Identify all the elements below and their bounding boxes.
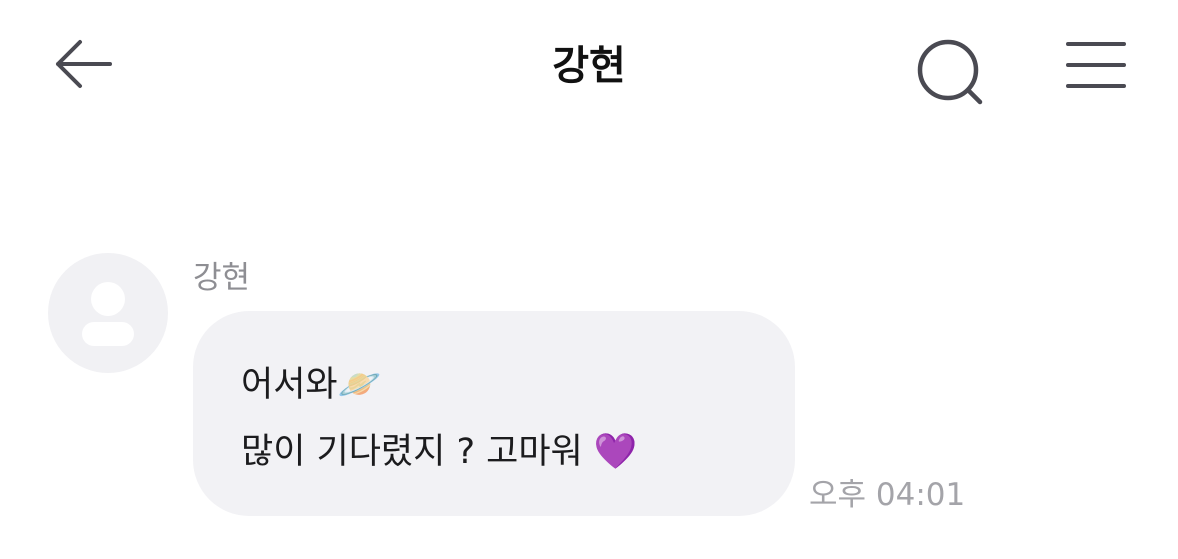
default-person-avatar-icon bbox=[82, 282, 134, 346]
message-line: 어서와🪐 bbox=[241, 365, 382, 405]
chat-title: 강현 bbox=[552, 43, 626, 89]
hamburger-menu-icon[interactable] bbox=[1060, 36, 1132, 94]
message-bubble[interactable]: 어서와🪐 많이 기다렸지 ? 고마워 💜 bbox=[193, 311, 795, 516]
search-icon[interactable] bbox=[910, 34, 990, 106]
message-timestamp: 오후 04:01 bbox=[809, 477, 966, 513]
chat-screen: 강현 강현 어서와🪐 많이 기다렸지 ? 고마워 💜 오후 04:01 bbox=[0, 0, 1178, 559]
avatar[interactable] bbox=[48, 253, 168, 373]
message-line: 많이 기다렸지 ? 고마워 💜 bbox=[241, 432, 638, 472]
sender-name: 강현 bbox=[193, 260, 251, 296]
